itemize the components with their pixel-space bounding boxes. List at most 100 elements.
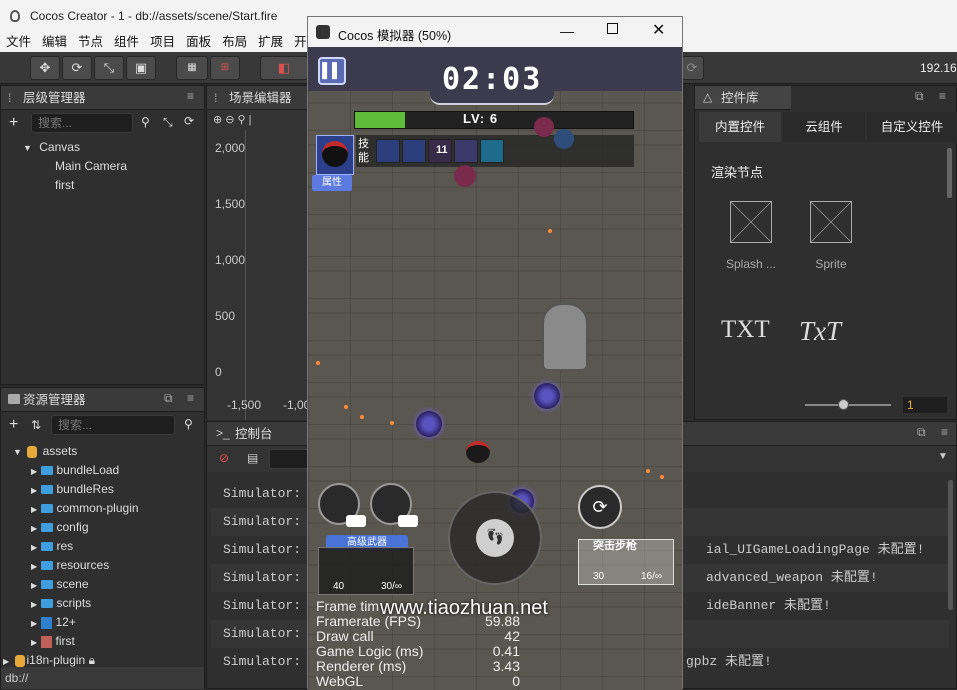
tree-item-first[interactable]: first bbox=[23, 176, 127, 195]
menu-panel[interactable]: 面板 bbox=[186, 35, 211, 49]
panel-menu-icon[interactable]: ≡ bbox=[941, 425, 948, 439]
menu-edit[interactable]: 编辑 bbox=[42, 35, 67, 49]
tree-item-canvas[interactable]: ▼ Canvas bbox=[23, 138, 127, 157]
widgets-scrollbar[interactable] bbox=[947, 148, 952, 198]
console-icon: >_ bbox=[216, 426, 230, 440]
scene-editor-panel: 场景编辑器 ⁞ ⊕ ⊖ ⚲ | 2,000 1,500 1,000 500 0 … bbox=[206, 85, 310, 420]
tree-item-folder[interactable]: ▶ bundleRes bbox=[13, 480, 139, 499]
app-logo-icon bbox=[10, 10, 20, 22]
tree-item-main-camera[interactable]: Main Camera bbox=[23, 157, 127, 176]
sort-icon[interactable]: ⇅ bbox=[31, 418, 41, 432]
collapse-icon[interactable]: ⤡ bbox=[163, 115, 173, 130]
dropdown-icon[interactable]: ▼ bbox=[938, 451, 948, 462]
clear-icon[interactable]: ⊘ bbox=[219, 451, 229, 465]
y-tick: 1,000 bbox=[215, 253, 246, 267]
rect-tool-button[interactable]: ▣ bbox=[126, 56, 156, 80]
menu-file[interactable]: 文件 bbox=[6, 35, 31, 49]
widget-label[interactable]: TXT bbox=[721, 316, 770, 344]
menu-project[interactable]: 项目 bbox=[150, 35, 175, 49]
section-title: 渲染节点 bbox=[711, 165, 764, 180]
widget-richtext[interactable]: TxT bbox=[799, 316, 841, 347]
tab-cloud[interactable]: 云组件 bbox=[783, 112, 865, 142]
y-tick: 2,000 bbox=[215, 141, 246, 155]
hierarchy-search-input[interactable]: 搜索... bbox=[31, 113, 133, 133]
panel-menu-icon[interactable]: ≡ bbox=[187, 391, 194, 405]
menu-component[interactable]: 组件 bbox=[114, 35, 139, 49]
folder-icon bbox=[40, 523, 53, 533]
scale-tool-button[interactable]: ⤡ bbox=[94, 56, 124, 80]
tombstone-sprite bbox=[542, 303, 588, 371]
console-scrollbar[interactable] bbox=[948, 480, 953, 610]
skill-slot bbox=[402, 139, 426, 163]
player-avatar[interactable] bbox=[316, 135, 354, 175]
popout-icon[interactable]: ⧉ bbox=[915, 89, 924, 104]
scene-axis-v bbox=[245, 130, 246, 420]
node-placeholder-icon bbox=[810, 201, 852, 243]
preview-device-button[interactable]: ◧ bbox=[260, 56, 308, 80]
menu-extension[interactable]: 扩展 bbox=[258, 35, 283, 49]
reload-button[interactable]: ⟳ bbox=[578, 485, 622, 529]
folder-icon bbox=[40, 599, 53, 609]
xp-bar-fill bbox=[355, 112, 406, 128]
assets-search-input[interactable]: 搜索... bbox=[51, 415, 175, 435]
folder-icon bbox=[40, 542, 53, 552]
lock-icon: 🔒︎ bbox=[88, 653, 95, 667]
purple-orb-icon bbox=[534, 383, 560, 409]
add-asset-icon[interactable]: + bbox=[9, 416, 18, 434]
rotate-tool-button[interactable]: ⟳ bbox=[62, 56, 92, 80]
refresh-icon[interactable]: ⟳ bbox=[184, 114, 194, 128]
minimize-button[interactable]: — bbox=[560, 23, 574, 39]
video-ad-icon bbox=[346, 515, 366, 527]
folder-icon bbox=[40, 580, 53, 590]
local-pivot-button[interactable]: ▦ bbox=[176, 56, 208, 80]
level-label: LV: 6 bbox=[463, 111, 499, 126]
tree-item-folder[interactable]: ▶ res bbox=[13, 537, 139, 556]
log-file-icon[interactable]: ▤ bbox=[247, 451, 258, 465]
tree-item-assets[interactable]: ▼ assets bbox=[13, 442, 139, 461]
search-icon[interactable]: ⚲ bbox=[184, 417, 193, 431]
tab-custom[interactable]: 自定义控件 bbox=[867, 112, 957, 142]
clip-count: 30/∞ bbox=[381, 581, 403, 592]
game-viewport[interactable]: ▌▌ 02:03 LV: 6 属性 技能 11 高级武器 40 30/∞ 👣︎ … bbox=[308, 47, 682, 690]
pause-button[interactable]: ▌▌ bbox=[318, 57, 346, 85]
stat-row: Game Logic (ms) 0.41 bbox=[316, 643, 520, 659]
zoom-input[interactable]: 1 bbox=[903, 397, 947, 413]
tree-item-folder[interactable]: ▶ scene bbox=[13, 575, 139, 594]
maximize-button[interactable] bbox=[607, 23, 618, 34]
console-filter-input[interactable] bbox=[269, 449, 309, 469]
joystick-knob[interactable]: 👣︎ bbox=[476, 519, 514, 557]
assets-panel: 资源管理器 ⧉ ≡ + ⇅ 搜索... ⚲ ▼ assets ▶ bundleL… bbox=[0, 387, 205, 689]
global-pivot-button[interactable]: ⊞ bbox=[210, 56, 240, 80]
db-icon bbox=[27, 445, 38, 458]
attribute-button[interactable]: 属性 bbox=[312, 175, 352, 191]
assault-rifle-slot[interactable]: 突击步枪 30 16/∞ bbox=[578, 539, 674, 585]
tree-item-folder[interactable]: ▶ bundleLoad bbox=[13, 461, 139, 480]
spark bbox=[316, 361, 320, 365]
menu-layout[interactable]: 布局 bbox=[222, 35, 247, 49]
tree-item-folder[interactable]: ▶ common-plugin bbox=[13, 499, 139, 518]
search-icon[interactable]: ⚲ bbox=[141, 115, 150, 129]
ammo-count: 40 bbox=[333, 581, 345, 592]
tree-item-folder[interactable]: ▶ scripts bbox=[13, 594, 139, 613]
tree-item-file[interactable]: ▶ 12+ bbox=[13, 613, 139, 632]
widget-splash[interactable]: Splash ... bbox=[721, 201, 781, 281]
scene-canvas[interactable]: 2,000 1,500 1,000 500 0 -1,500 -1,00 bbox=[207, 130, 310, 420]
menu-developer[interactable]: 开 bbox=[294, 35, 307, 49]
widget-sprite[interactable]: Sprite bbox=[801, 201, 861, 281]
panel-menu-icon[interactable]: ≡ bbox=[939, 89, 946, 103]
tab-builtin[interactable]: 内置控件 bbox=[699, 112, 781, 142]
close-button[interactable]: ✕ bbox=[652, 20, 665, 40]
expand-arrow-icon[interactable]: ▼ bbox=[23, 143, 32, 153]
popout-icon[interactable]: ⧉ bbox=[164, 391, 173, 406]
tree-item-folder[interactable]: ▶ resources bbox=[13, 556, 139, 575]
advanced-weapon-slot[interactable]: 40 30/∞ bbox=[318, 547, 414, 595]
popout-icon[interactable]: ⧉ bbox=[917, 425, 926, 440]
panel-menu-icon[interactable]: ≡ bbox=[187, 89, 194, 103]
zoom-slider-handle[interactable] bbox=[838, 399, 849, 410]
menu-node[interactable]: 节点 bbox=[78, 35, 103, 49]
tree-item-folder[interactable]: ▶ config bbox=[13, 518, 139, 537]
add-node-icon[interactable]: + bbox=[9, 114, 18, 132]
tree-item-file[interactable]: ▶ first bbox=[13, 632, 139, 651]
move-tool-button[interactable]: ✥ bbox=[30, 56, 60, 80]
refresh-button[interactable]: ⟳ bbox=[680, 56, 704, 80]
